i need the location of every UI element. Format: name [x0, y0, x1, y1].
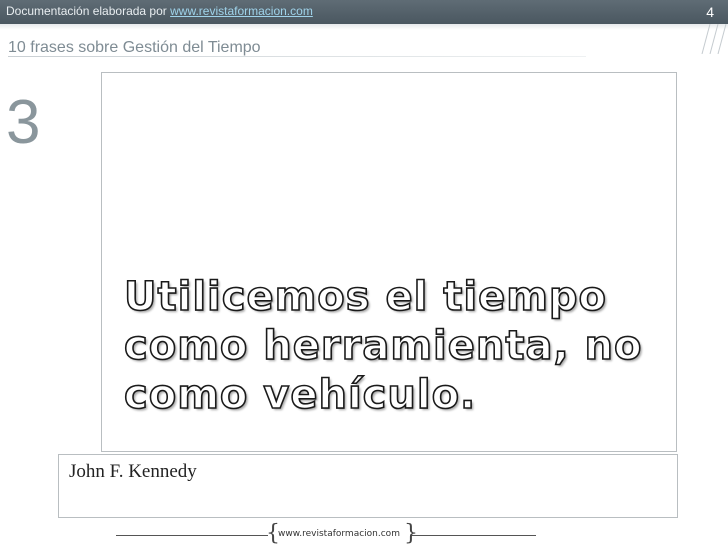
- footer: { www.revistaformacion.com }: [116, 521, 536, 546]
- footer-rule-left: [116, 535, 268, 536]
- phrase-number: 3: [6, 88, 41, 157]
- credit-link[interactable]: www.revistaformacion.com: [170, 4, 313, 18]
- page-number: 4: [706, 4, 714, 20]
- corner-decoration: [701, 24, 727, 54]
- author-box: John F. Kennedy: [58, 454, 678, 518]
- header-shadow: [0, 24, 728, 30]
- close-brace-icon: }: [404, 521, 418, 546]
- quote-box: Utilicemos el tiempo como herramienta, n…: [101, 72, 677, 452]
- quote-author: John F. Kennedy: [69, 461, 197, 482]
- subtitle-divider: [8, 56, 586, 57]
- footer-url[interactable]: www.revistaformacion.com: [278, 529, 400, 539]
- header-bar: Documentación elaborada por www.revistaf…: [0, 0, 728, 24]
- header-credit: Documentación elaborada por www.revistaf…: [6, 0, 313, 22]
- quote-text: Utilicemos el tiempo como herramienta, n…: [123, 273, 643, 419]
- credit-text: Documentación elaborada por: [6, 4, 171, 18]
- presentation-subtitle: 10 frases sobre Gestión del Tiempo: [8, 39, 261, 56]
- footer-rule-right: [412, 535, 536, 536]
